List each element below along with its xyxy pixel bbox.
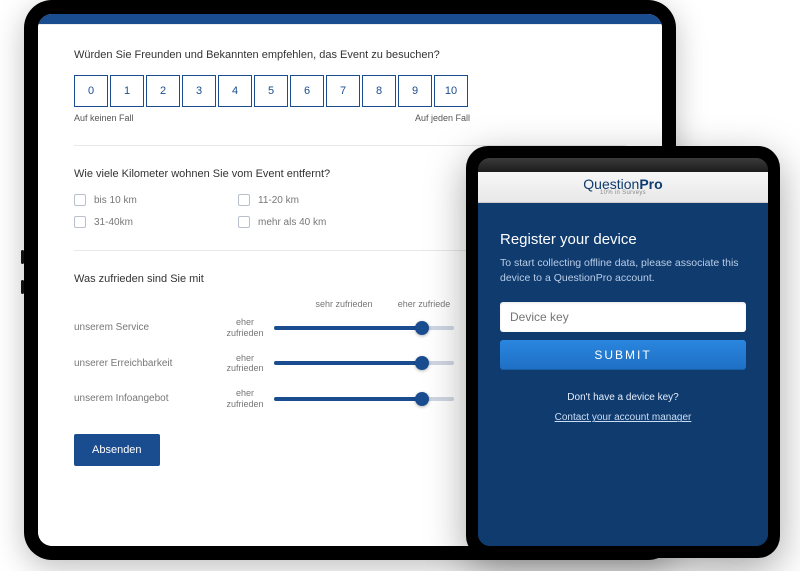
nps-option-5[interactable]: 5 <box>254 75 288 107</box>
slider-caption: eher zufrieden <box>224 317 266 339</box>
register-heading: Register your device <box>500 231 746 248</box>
nps-scale: 0 1 2 3 4 5 6 7 8 9 10 <box>74 75 626 107</box>
help-text: Don't have a device key? <box>500 392 746 403</box>
nps-anchor-labels: Auf keinen Fall Auf jeden Fall <box>74 113 470 123</box>
register-body: Register your device To start collecting… <box>478 203 768 546</box>
nps-option-8[interactable]: 8 <box>362 75 396 107</box>
nps-option-2[interactable]: 2 <box>146 75 180 107</box>
q3-col-1: sehr zufrieden <box>304 299 384 309</box>
q2-option-3[interactable]: mehr als 40 km <box>238 216 398 228</box>
nps-option-4[interactable]: 4 <box>218 75 252 107</box>
register-submit-button[interactable]: SUBMIT <box>500 340 746 370</box>
slider-track[interactable] <box>274 326 454 330</box>
q2-option-2[interactable]: 31-40km <box>74 216 234 228</box>
q3-col-2: eher zufriede <box>384 299 464 309</box>
nps-option-1[interactable]: 1 <box>110 75 144 107</box>
slider-thumb-icon[interactable] <box>415 392 429 406</box>
q2-option-label: 11-20 km <box>258 195 299 206</box>
register-screen: QuestionPro 10% in Surveys Register your… <box>478 158 768 546</box>
slider-caption: eher zufrieden <box>224 388 266 410</box>
q3-col-blank <box>74 299 224 309</box>
survey-topbar <box>38 14 662 24</box>
tablet-small: QuestionPro 10% in Surveys Register your… <box>466 146 780 558</box>
slider-track[interactable] <box>274 361 454 365</box>
nps-min-label: Auf keinen Fall <box>74 113 134 123</box>
register-footer: Don't have a device key? Contact your ac… <box>500 392 746 425</box>
nps-max-label: Auf jeden Fall <box>415 113 470 123</box>
q2-option-label: bis 10 km <box>94 195 137 206</box>
q2-option-1[interactable]: 11-20 km <box>238 194 398 206</box>
q3-row-label: unserem Infoangebot <box>74 393 224 404</box>
nps-option-7[interactable]: 7 <box>326 75 360 107</box>
nps-option-9[interactable]: 9 <box>398 75 432 107</box>
slider-thumb-icon[interactable] <box>415 321 429 335</box>
nps-option-0[interactable]: 0 <box>74 75 108 107</box>
q3-row-label: unserem Service <box>74 322 224 333</box>
checkbox-icon <box>238 194 250 206</box>
brand-tagline: 10% in Surveys <box>478 190 768 196</box>
slider-thumb-icon[interactable] <box>415 356 429 370</box>
q2-option-label: 31-40km <box>94 217 133 228</box>
brand-header: QuestionPro 10% in Surveys <box>478 172 768 203</box>
nps-option-3[interactable]: 3 <box>182 75 216 107</box>
device-key-input[interactable] <box>500 302 746 332</box>
q2-option-0[interactable]: bis 10 km <box>74 194 234 206</box>
checkbox-icon <box>74 216 86 228</box>
q2-option-label: mehr als 40 km <box>258 217 326 228</box>
checkbox-icon <box>238 216 250 228</box>
slider-caption: eher zufrieden <box>224 353 266 375</box>
nps-option-10[interactable]: 10 <box>434 75 468 107</box>
checkbox-icon <box>74 194 86 206</box>
slider-track[interactable] <box>274 397 454 401</box>
q3-row-label: unserer Erreichbarkeit <box>74 358 224 369</box>
q1-title: Würden Sie Freunden und Bekannten empfeh… <box>74 49 626 61</box>
survey-submit-button[interactable]: Absenden <box>74 434 160 466</box>
device-statusbar <box>478 158 768 172</box>
register-description: To start collecting offline data, please… <box>500 256 746 286</box>
contact-manager-link[interactable]: Contact your account manager <box>555 412 692 423</box>
nps-option-6[interactable]: 6 <box>290 75 324 107</box>
